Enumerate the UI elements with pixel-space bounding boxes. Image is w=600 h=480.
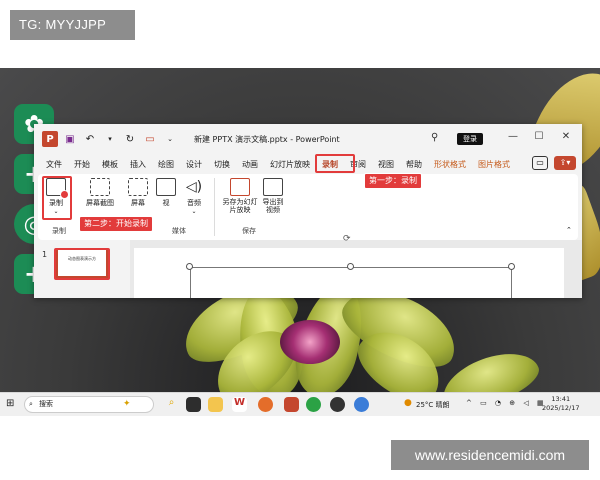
search-icon: ⌕: [29, 400, 33, 408]
tab-picture-format[interactable]: 图片格式: [478, 159, 510, 170]
file-explorer-icon[interactable]: [208, 397, 223, 412]
wps-icon[interactable]: W: [232, 397, 247, 412]
taskbar-search-input[interactable]: ⌕ 搜索 ✦: [24, 396, 154, 413]
tab-view[interactable]: 视图: [378, 159, 394, 170]
customize-toolbar-icon[interactable]: ⌄: [162, 131, 178, 147]
wechat-icon[interactable]: [306, 397, 321, 412]
powerpoint-logo-icon: P: [42, 131, 58, 147]
screenshot-icon: [90, 178, 110, 196]
group-label-media: 媒体: [172, 227, 186, 235]
tab-animations[interactable]: 动画: [242, 159, 258, 170]
group-label-save: 保存: [242, 227, 256, 235]
weather-text: 25°C 晴朗: [416, 401, 450, 409]
export-video-icon: [263, 178, 283, 196]
search-highlight-icon: ✦: [123, 399, 131, 409]
search-app-icon[interactable]: ⌕: [164, 397, 179, 412]
tab-insert[interactable]: 插入: [130, 159, 146, 170]
start-slideshow-icon[interactable]: ▭: [142, 131, 158, 147]
taskbar-clock[interactable]: 13:41 2025/12/17: [542, 395, 579, 413]
group-label-record: 录制: [52, 227, 66, 235]
audio-dropdown-icon: ⌄: [191, 208, 197, 215]
browser-icon[interactable]: [354, 397, 369, 412]
login-button[interactable]: 登录: [457, 133, 483, 145]
share-button[interactable]: ⇪▾: [554, 156, 576, 170]
group-separator: [214, 178, 215, 236]
redo-icon[interactable]: ↻: [122, 131, 138, 147]
slide-number: 1: [42, 250, 48, 259]
windows-taskbar: ⊞ ⌕ 搜索 ✦ ⌕ W ● 25°C 晴朗 ^ ▭ ◔ ⊕ ◁ ▦ 13:41…: [0, 392, 600, 416]
taskbar-search-placeholder: 搜索: [39, 400, 53, 408]
screen-recording-icon: [128, 178, 148, 196]
audio-icon: ◁): [185, 179, 203, 195]
step2-callout: 第二步：开始录制: [79, 216, 153, 232]
collapse-ribbon-icon[interactable]: ⌃: [566, 226, 572, 234]
document-title: 新建 PPTX 演示文稿.pptx - PowerPoint: [194, 134, 340, 144]
rotate-handle-icon[interactable]: ⟳: [343, 234, 351, 244]
website-watermark: www.residencemidi.com: [391, 440, 589, 470]
export-video-label: 导出到视频: [262, 198, 284, 214]
thumbnail-highlight-box: [54, 248, 110, 280]
clock-time: 13:41: [551, 395, 571, 403]
comments-icon[interactable]: ▭: [532, 156, 548, 170]
system-tray-icons[interactable]: ^ ▭ ◔ ⊕ ◁ ▦: [466, 399, 547, 407]
resize-handle[interactable]: [186, 263, 193, 270]
audio-button[interactable]: ◁) 音频 ⌄: [182, 178, 206, 215]
screen-recording-button[interactable]: 屏幕: [126, 178, 150, 208]
resize-handle[interactable]: [508, 263, 515, 270]
ribbon-tabs: 文件 开始 模板 插入 绘图 设计 切换 动画 幻灯片放映 录制 审阅 视图 帮…: [34, 154, 582, 174]
screen-label: 屏幕: [131, 199, 145, 207]
tab-draw[interactable]: 绘图: [158, 159, 174, 170]
undo-icon[interactable]: ↶: [82, 131, 98, 147]
resize-handle[interactable]: [347, 263, 354, 270]
telegram-watermark: TG: MYYJJPP: [10, 10, 135, 40]
screenshot-label: 屏幕截图: [86, 199, 114, 207]
screenshot-root: TG: MYYJJPP ✿ + ◎ + ⊞ ⌕ 搜索 ✦ ⌕ W: [0, 0, 600, 480]
save-as-show-icon: [230, 178, 250, 196]
tab-design[interactable]: 设计: [186, 159, 202, 170]
powerpoint-window: P ▣ ↶ ▾ ↻ ▭ ⌄ 新建 PPTX 演示文稿.pptx - PowerP…: [34, 124, 582, 298]
video-label: 视: [162, 199, 170, 207]
slide-editor: ⟳: [130, 234, 582, 298]
weather-icon: ●: [404, 398, 412, 408]
save-icon[interactable]: ▣: [62, 131, 78, 147]
qq-icon[interactable]: [330, 397, 345, 412]
flower-center: [280, 320, 340, 364]
video-icon: [156, 178, 176, 196]
tab-file[interactable]: 文件: [46, 159, 62, 170]
tab-template[interactable]: 模板: [102, 159, 118, 170]
tab-home[interactable]: 开始: [74, 159, 90, 170]
audio-label: 音频: [187, 199, 201, 207]
record-highlight-box: [42, 176, 72, 220]
clock-date: 2025/12/17: [542, 404, 580, 412]
search-icon[interactable]: ⚲: [431, 132, 438, 143]
close-button[interactable]: ✕: [559, 131, 573, 142]
maximize-button[interactable]: ☐: [532, 131, 546, 142]
powerpoint-icon[interactable]: [284, 397, 299, 412]
tab-help[interactable]: 帮助: [406, 159, 422, 170]
slide-canvas[interactable]: [134, 248, 564, 298]
title-bar: P ▣ ↶ ▾ ↻ ▭ ⌄ 新建 PPTX 演示文稿.pptx - PowerP…: [34, 124, 582, 154]
video-button[interactable]: 视: [154, 178, 178, 208]
record-tab-highlight-box: [315, 154, 355, 173]
save-as-show-label: 另存为幻灯片放映: [222, 198, 258, 214]
step1-callout: 第一步：录制: [364, 173, 422, 189]
screenshot-button[interactable]: 屏幕截图: [82, 178, 118, 208]
tab-slideshow[interactable]: 幻灯片放映: [270, 159, 310, 170]
tab-shape-format[interactable]: 形状格式: [434, 159, 466, 170]
minimize-button[interactable]: —: [506, 131, 520, 142]
undo-dropdown-icon[interactable]: ▾: [102, 131, 118, 147]
firefox-icon[interactable]: [258, 397, 273, 412]
task-view-icon[interactable]: [186, 397, 201, 412]
save-as-show-button[interactable]: 另存为幻灯片放映: [222, 178, 258, 214]
start-icon[interactable]: ⊞: [6, 398, 14, 409]
export-video-button[interactable]: 导出到视频: [260, 178, 286, 214]
tab-transitions[interactable]: 切换: [214, 159, 230, 170]
selected-object-frame[interactable]: [190, 267, 512, 298]
